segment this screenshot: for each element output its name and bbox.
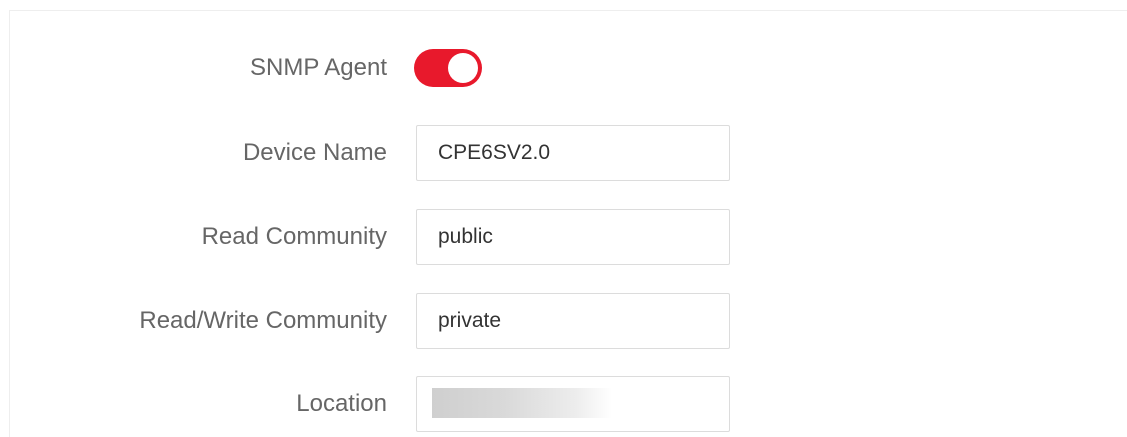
snmp-agent-label: SNMP Agent: [250, 54, 387, 81]
snmp-settings-panel: SNMP Agent Device Name Read Community Re…: [9, 10, 1127, 437]
device-name-row: Device Name: [10, 125, 1127, 181]
snmp-agent-row: SNMP Agent: [10, 40, 1127, 96]
read-community-input[interactable]: [417, 210, 718, 264]
device-name-field: [416, 125, 730, 181]
read-community-row: Read Community: [10, 209, 1127, 265]
snmp-agent-toggle[interactable]: [414, 49, 482, 87]
location-row: Location: [10, 376, 1127, 432]
read-community-field: [416, 209, 730, 265]
device-name-input[interactable]: [417, 126, 718, 180]
toggle-knob: [448, 53, 478, 83]
read-write-community-row: Read/Write Community: [10, 293, 1127, 349]
location-value-redacted: [432, 388, 612, 418]
read-write-community-input[interactable]: [417, 294, 718, 348]
device-name-label: Device Name: [242, 139, 387, 166]
location-field[interactable]: [416, 376, 730, 432]
location-label: Location: [296, 390, 387, 417]
read-write-community-field: [416, 293, 730, 349]
read-community-label: Read Community: [201, 223, 387, 250]
read-write-community-label: Read/Write Community: [139, 307, 387, 334]
